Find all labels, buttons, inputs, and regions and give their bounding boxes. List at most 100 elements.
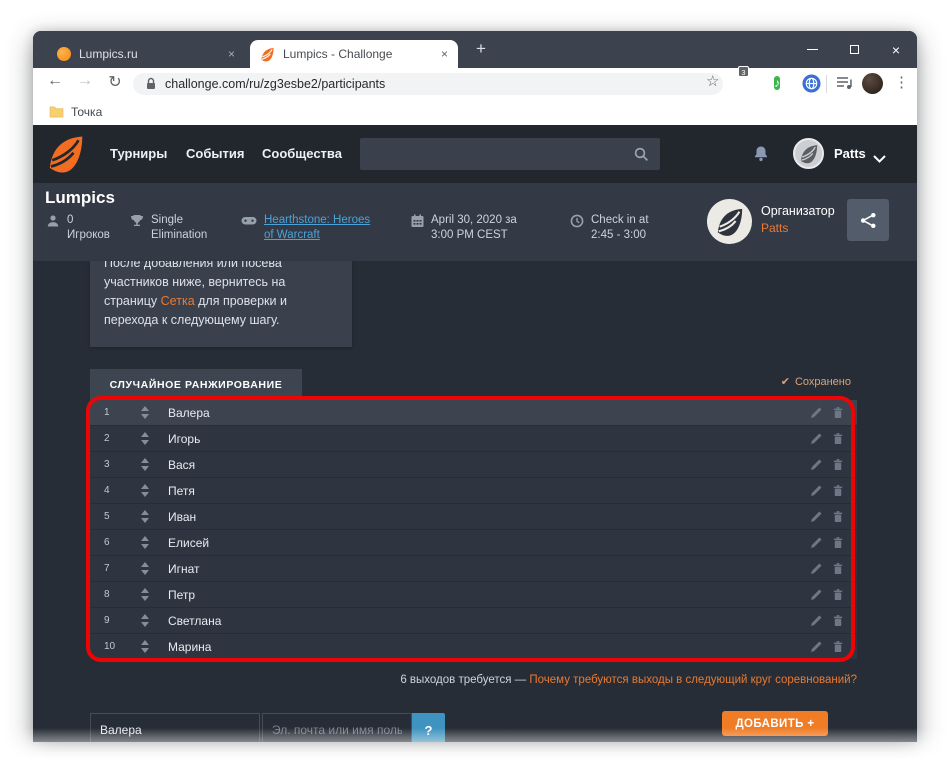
back-icon[interactable]: ← — [43, 72, 67, 90]
participant-name: Вася — [168, 457, 196, 472]
bookmark-star-icon[interactable]: ☆ — [706, 72, 719, 90]
sort-handle-icon[interactable] — [138, 510, 152, 523]
participant-name: Светлана — [168, 613, 222, 628]
sort-handle-icon[interactable] — [138, 484, 152, 497]
sort-handle-icon[interactable] — [138, 614, 152, 627]
extension-music-icon[interactable]: ♪ — [774, 74, 794, 94]
sort-handle-icon[interactable] — [138, 406, 152, 419]
window-controls: × — [791, 31, 917, 68]
seed-number: 10 — [104, 641, 116, 652]
seed-number: 7 — [104, 563, 110, 574]
participant-row: 3 Вася — [90, 452, 857, 478]
organizer-block: Организатор Patts — [761, 204, 835, 235]
site-navbar: Турниры События Сообщества Patts — [33, 125, 917, 183]
reading-list-icon[interactable] — [836, 74, 856, 94]
sort-handle-icon[interactable] — [138, 588, 152, 601]
delete-icon[interactable] — [832, 640, 844, 653]
sort-handle-icon[interactable] — [138, 640, 152, 653]
participant-name: Валера — [168, 405, 210, 420]
sort-handle-icon[interactable] — [138, 458, 152, 471]
tab-title: Lumpics.ru — [79, 47, 138, 61]
seed-number: 8 — [104, 589, 110, 600]
delete-icon[interactable] — [832, 562, 844, 575]
participant-name: Петя — [168, 483, 195, 498]
tab-lumpics[interactable]: Lumpics.ru × — [47, 40, 245, 68]
challonge-logo-icon[interactable] — [46, 134, 86, 174]
delete-icon[interactable] — [832, 614, 844, 627]
delete-icon[interactable] — [832, 536, 844, 549]
edit-icon[interactable] — [810, 614, 823, 627]
date-info: April 30, 2020 за 3:00 PM CEST — [411, 213, 529, 243]
close-button[interactable]: × — [875, 31, 917, 68]
byes-help-link[interactable]: Почему требуются выходы в следующий круг… — [529, 674, 857, 686]
edit-icon[interactable] — [810, 406, 823, 419]
byes-note: 6 выходов требуется — Почему требуются в… — [400, 674, 857, 686]
browser-profile-avatar[interactable] — [862, 73, 883, 94]
nav-item-events[interactable]: События — [186, 146, 244, 161]
site-search-input[interactable] — [360, 138, 660, 170]
players-icon — [47, 215, 59, 227]
organizer-avatar[interactable] — [707, 199, 752, 244]
game-link[interactable]: Hearthstone: Heroes of Warcraft — [264, 213, 371, 243]
seed-number: 9 — [104, 615, 110, 626]
edit-icon[interactable] — [810, 484, 823, 497]
lumpics-favicon-icon — [57, 47, 71, 61]
refresh-icon[interactable]: ↻ — [103, 72, 127, 92]
bracket-link[interactable]: Сетка — [161, 294, 195, 308]
edit-icon[interactable] — [810, 536, 823, 549]
search-icon[interactable] — [634, 147, 649, 167]
minimize-button[interactable] — [791, 31, 833, 68]
nav-item-communities[interactable]: Сообщества — [262, 146, 342, 161]
folder-icon — [49, 105, 64, 123]
username-label[interactable]: Patts — [834, 146, 866, 161]
nav-item-tournaments[interactable]: Турниры — [110, 146, 167, 161]
saved-status: ✔ Сохранено — [780, 376, 851, 388]
delete-icon[interactable] — [832, 432, 844, 445]
address-bar[interactable]: challonge.com/ru/zg3esbe2/participants — [133, 73, 723, 95]
browser-menu-icon[interactable]: ⋮ — [894, 73, 909, 91]
organizer-name[interactable]: Patts — [761, 221, 835, 235]
edit-icon[interactable] — [810, 510, 823, 523]
delete-icon[interactable] — [832, 406, 844, 419]
tab-close-icon[interactable]: × — [228, 48, 235, 60]
url-text: challonge.com/ru/zg3esbe2/participants — [165, 77, 386, 91]
new-tab-button[interactable]: + — [476, 39, 486, 59]
bookmark-item[interactable]: Точка — [71, 105, 102, 119]
participant-row: 10 Марина — [90, 634, 857, 660]
browser-window: Lumpics.ru × Lumpics - Challonge × + × ←… — [33, 31, 917, 742]
sort-handle-icon[interactable] — [138, 562, 152, 575]
extension-globe-icon[interactable] — [802, 74, 822, 94]
delete-icon[interactable] — [832, 484, 844, 497]
screenshot-bottom-fade — [0, 728, 950, 769]
tab-close-icon[interactable]: × — [441, 48, 448, 60]
edit-icon[interactable] — [810, 432, 823, 445]
maximize-button[interactable] — [833, 31, 875, 68]
participant-name: Петр — [168, 587, 196, 602]
delete-icon[interactable] — [832, 510, 844, 523]
edit-icon[interactable] — [810, 640, 823, 653]
checkin-info: Check in at 2:45 - 3:00 — [570, 213, 670, 243]
edit-icon[interactable] — [810, 562, 823, 575]
extension-blocker-icon[interactable]: 3 — [738, 66, 765, 94]
trophy-icon — [131, 215, 143, 226]
share-button[interactable] — [847, 199, 889, 241]
edit-icon[interactable] — [810, 588, 823, 601]
sort-handle-icon[interactable] — [138, 536, 152, 549]
sort-handle-icon[interactable] — [138, 432, 152, 445]
chevron-down-icon[interactable] — [873, 150, 886, 168]
random-seeding-tab[interactable]: СЛУЧАЙНОЕ РАНЖИРОВАНИЕ — [90, 369, 302, 400]
delete-icon[interactable] — [832, 588, 844, 601]
delete-icon[interactable] — [832, 458, 844, 471]
user-avatar[interactable] — [793, 138, 824, 169]
calendar-icon — [411, 214, 424, 227]
format-label: Single Elimination — [151, 214, 208, 241]
tab-challonge[interactable]: Lumpics - Challonge × — [250, 40, 458, 68]
checkin-label: Check in at 2:45 - 3:00 — [591, 214, 649, 241]
forward-icon[interactable]: → — [73, 72, 97, 90]
game-info: Hearthstone: Heroes of Warcraft — [241, 213, 371, 243]
participant-row: 5 Иван — [90, 504, 857, 530]
instructions-text: После добавления или посева участников н… — [104, 261, 287, 327]
notifications-bell-icon[interactable] — [753, 145, 769, 167]
edit-icon[interactable] — [810, 458, 823, 471]
lock-icon — [147, 77, 155, 89]
